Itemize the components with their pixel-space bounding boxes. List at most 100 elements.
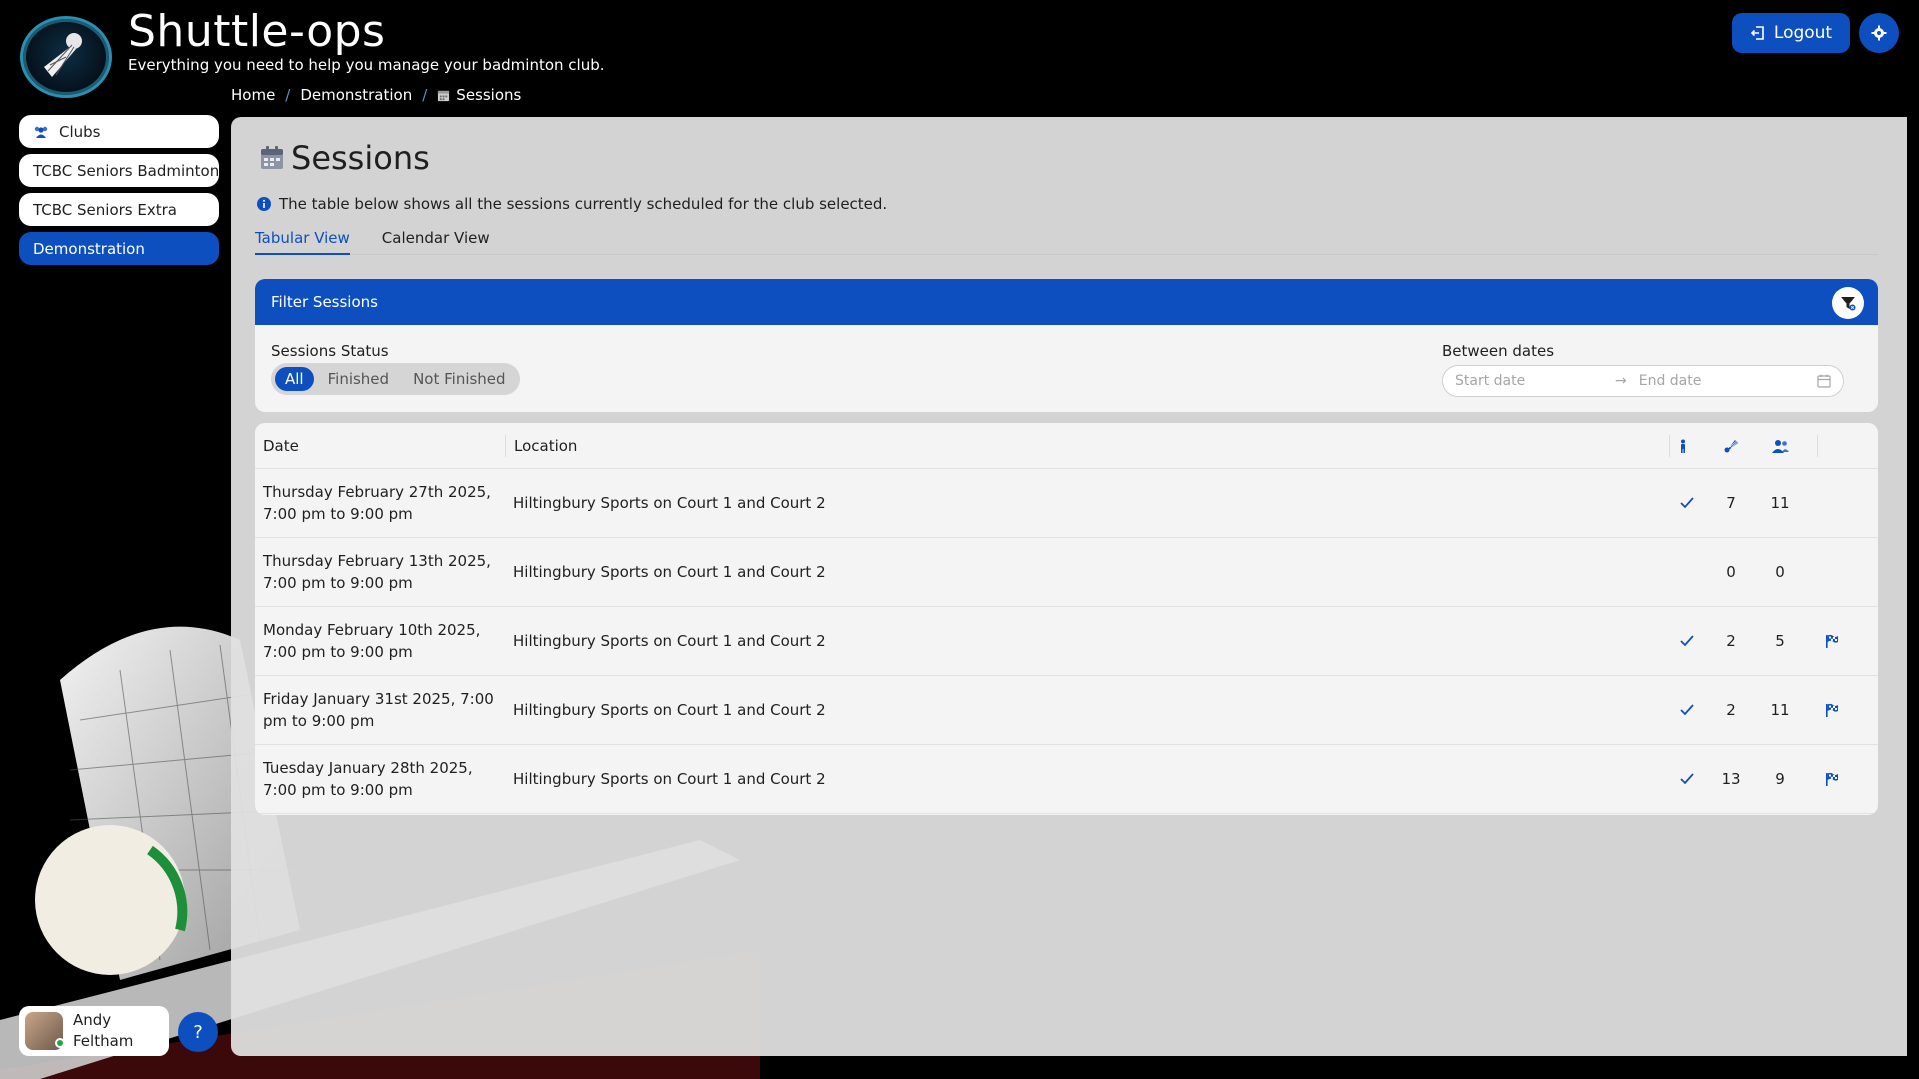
column-header-finished[interactable]	[1669, 434, 1695, 457]
sidebar-item-clubs[interactable]: Clubs	[19, 115, 219, 148]
sidebar-item-demonstration[interactable]: Demonstration	[19, 232, 219, 265]
session-date: Tuesday January 28th 2025, 7:00 pm to 9:…	[263, 759, 473, 799]
session-location: Hiltingbury Sports on Court 1 and Court …	[513, 563, 826, 581]
table-header-row: Date Location	[255, 423, 1878, 469]
user-last-name: Feltham	[73, 1032, 134, 1050]
logout-button[interactable]: Logout	[1732, 13, 1850, 53]
breadcrumb-current: Sessions	[437, 86, 521, 104]
range-arrow-icon: →	[1615, 373, 1627, 389]
status-option-not-finished[interactable]: Not Finished	[403, 367, 516, 391]
column-header-divider	[1817, 434, 1818, 457]
session-location: Hiltingbury Sports on Court 1 and Court …	[513, 701, 826, 719]
session-shuttles: 0	[1726, 563, 1736, 581]
session-date: Friday January 31st 2025, 7:00 pm to 9:0…	[263, 690, 494, 730]
breadcrumb-separator: /	[422, 86, 428, 104]
check-icon	[1677, 497, 1697, 509]
info-icon	[257, 197, 271, 211]
filter-card: Filter Sessions Sessions Status All Fini…	[255, 279, 1878, 412]
sidebar-item-label: TCBC Seniors Extra	[33, 200, 177, 219]
session-location: Hiltingbury Sports on Court 1 and Court …	[513, 770, 826, 788]
table-row[interactable]: Monday February 10th 2025, 7:00 pm to 9:…	[255, 607, 1878, 676]
session-shuttles: 7	[1726, 494, 1736, 512]
sidebar-item-tcbc-seniors-badminton[interactable]: TCBC Seniors Badminton	[19, 154, 219, 187]
session-players: 5	[1775, 632, 1785, 650]
flag-icon[interactable]	[1821, 772, 1843, 786]
sidebar-item-label: Clubs	[59, 122, 101, 141]
column-header-shuttles[interactable]	[1717, 438, 1745, 453]
session-shuttles: 2	[1726, 632, 1736, 650]
logout-label: Logout	[1773, 23, 1833, 43]
start-date-input[interactable]	[1455, 373, 1615, 389]
session-date: Thursday February 13th 2025, 7:00 pm to …	[263, 552, 491, 592]
avatar	[25, 1012, 65, 1050]
check-icon	[1677, 773, 1697, 785]
breadcrumb-club[interactable]: Demonstration	[300, 86, 412, 104]
view-tabs: Tabular View Calendar View	[255, 219, 1878, 255]
help-label: ?	[193, 1021, 203, 1043]
column-header-date[interactable]: Date	[263, 435, 503, 457]
sidebar-item-label: Demonstration	[33, 239, 145, 258]
session-date: Monday February 10th 2025, 7:00 pm to 9:…	[263, 621, 481, 661]
sidebar: Clubs TCBC Seniors Badminton TCBC Senior…	[19, 115, 219, 271]
sessions-status-toggle: All Finished Not Finished	[271, 363, 520, 395]
session-date: Thursday February 27th 2025, 7:00 pm to …	[263, 483, 491, 523]
sessions-table: Date Location Thursday February 27th 202…	[255, 423, 1878, 815]
help-button[interactable]: ?	[178, 1012, 218, 1052]
table-row[interactable]: Thursday February 27th 2025, 7:00 pm to …	[255, 469, 1878, 538]
breadcrumb-separator: /	[285, 86, 291, 104]
tab-calendar-view[interactable]: Calendar View	[382, 219, 490, 255]
people-icon	[33, 125, 49, 139]
sidebar-item-tcbc-seniors-extra[interactable]: TCBC Seniors Extra	[19, 193, 219, 226]
calendar-icon	[438, 90, 450, 101]
breadcrumb-current-label: Sessions	[456, 86, 522, 104]
breadcrumb-home[interactable]: Home	[231, 86, 275, 104]
flag-icon[interactable]	[1821, 634, 1843, 648]
main-panel: Sessions The table below shows all the s…	[231, 117, 1907, 1056]
session-players: 9	[1775, 770, 1785, 788]
session-players: 0	[1775, 563, 1785, 581]
breadcrumb: Home / Demonstration / Sessions	[231, 86, 521, 104]
status-option-all[interactable]: All	[275, 367, 314, 391]
table-row[interactable]: Friday January 31st 2025, 7:00 pm to 9:0…	[255, 676, 1878, 745]
between-dates-label: Between dates	[1442, 342, 1555, 360]
sessions-status-label: Sessions Status	[271, 342, 389, 360]
session-shuttles: 13	[1721, 770, 1741, 788]
column-header-location[interactable]: Location	[505, 434, 577, 457]
app-subtitle: Everything you need to help you manage y…	[128, 56, 605, 74]
app-header: Shuttle-ops Everything you need to help …	[0, 0, 1919, 115]
settings-button[interactable]	[1859, 13, 1899, 53]
person-icon	[1680, 439, 1685, 453]
check-icon	[1677, 635, 1697, 647]
filter-clear-icon	[1841, 297, 1856, 311]
table-row[interactable]: Tuesday January 28th 2025, 7:00 pm to 9:…	[255, 745, 1878, 814]
session-players: 11	[1770, 701, 1790, 719]
filter-header[interactable]: Filter Sessions	[255, 279, 1878, 325]
tab-tabular-view[interactable]: Tabular View	[255, 219, 350, 255]
user-card[interactable]: Andy Feltham	[19, 1006, 169, 1056]
page-title: Sessions	[259, 139, 430, 177]
date-range-picker[interactable]: →	[1442, 365, 1844, 397]
info-message: The table below shows all the sessions c…	[257, 195, 887, 213]
user-first-name: Andy	[73, 1011, 112, 1029]
session-location: Hiltingbury Sports on Court 1 and Court …	[513, 632, 826, 650]
check-icon	[1677, 704, 1697, 716]
filter-clear-button[interactable]	[1832, 287, 1864, 319]
calendar-icon	[261, 146, 283, 169]
filter-title: Filter Sessions	[271, 293, 378, 311]
shuttlecock-icon	[1724, 440, 1738, 453]
session-location: Hiltingbury Sports on Court 1 and Court …	[513, 494, 826, 512]
status-option-finished[interactable]: Finished	[318, 367, 399, 391]
shuttlecock-logo-icon	[20, 16, 112, 98]
app-title: Shuttle-ops	[128, 6, 386, 57]
online-status-dot	[55, 1038, 65, 1048]
column-header-players[interactable]	[1766, 439, 1794, 453]
page-title-text: Sessions	[291, 139, 430, 177]
session-shuttles: 2	[1726, 701, 1736, 719]
flag-icon[interactable]	[1821, 703, 1843, 717]
info-text: The table below shows all the sessions c…	[279, 195, 888, 213]
table-row[interactable]: Thursday February 13th 2025, 7:00 pm to …	[255, 538, 1878, 607]
calendar-icon[interactable]	[1817, 374, 1831, 388]
sidebar-item-label: TCBC Seniors Badminton	[33, 161, 219, 180]
end-date-input[interactable]	[1638, 373, 1799, 389]
players-icon	[1771, 439, 1789, 453]
